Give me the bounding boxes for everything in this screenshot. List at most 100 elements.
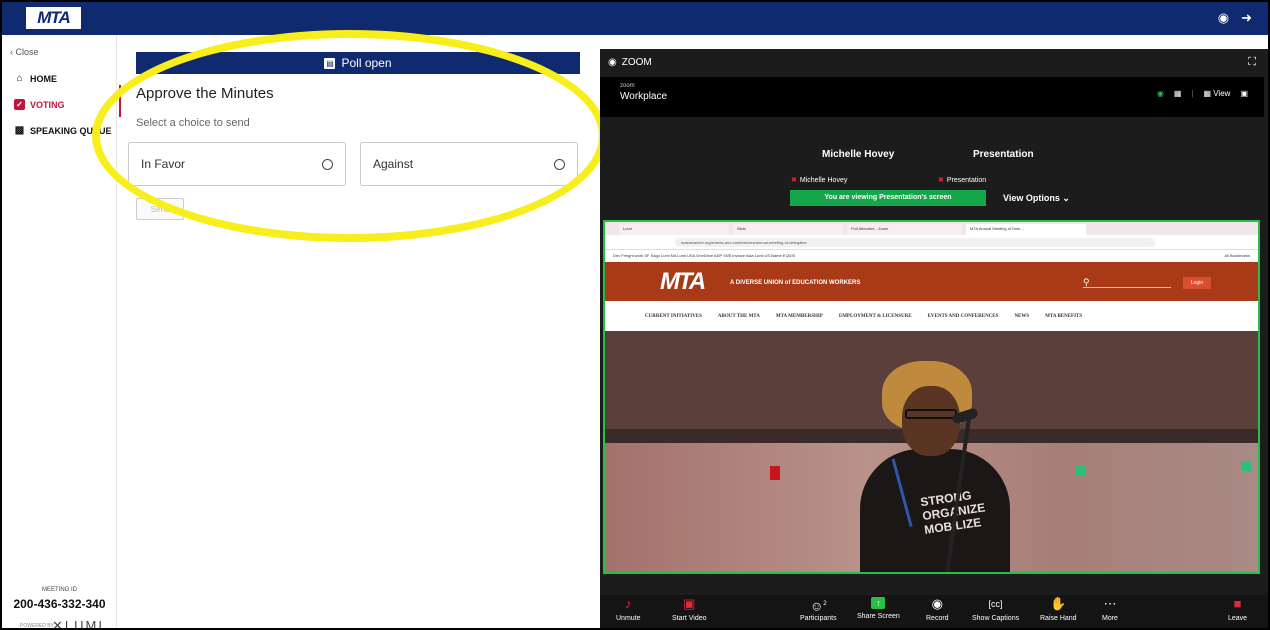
site-tagline: A DIVERSE UNION of EDUCATION WORKERS [730,280,861,286]
user-circle-icon[interactable]: ◉ [1218,11,1229,25]
meeting-id-label: MEETING ID [41,587,77,593]
more-button[interactable]: ⋯ More [1102,596,1118,623]
sidebar-item-label: HOME [30,73,57,84]
record-icon: ◉ [931,596,943,611]
home-icon: ⌂ [16,73,23,84]
sidebar-item-home[interactable]: ⌂ HOME [14,73,124,84]
poll-title: Approve the Minutes [136,85,274,102]
record-button[interactable]: ◉ Record [926,596,949,623]
site-nav-item: CURRENT INITIATIVES [645,313,702,319]
participant-tag-1: ✖ Michelle Hovey [791,176,848,185]
muted-mic-icon: ✖ [938,177,944,184]
choice-in-favor[interactable]: In Favor [128,142,346,186]
bookmarks: Dev Freight work SF Sago Lumi NA Lumi US… [613,253,796,258]
browser-tab-bar: Lumi Slido Poll Attendee - Zoom MTA Annu… [605,222,1258,235]
exit-light [1075,466,1085,476]
site-search-icon: ⚲ [1083,278,1171,288]
zoom-icon: ◉ [608,57,617,68]
participants-count: 2 [823,601,827,607]
choice-against[interactable]: Against [360,142,578,186]
sidebar-item-label: VOTING [30,99,65,110]
raise-hand-icon: ✋ [1050,596,1067,611]
view-button[interactable]: ▦ View [1203,89,1230,98]
camera-icon[interactable]: ▣ [1240,89,1248,98]
leave-button[interactable]: ■ Leave [1228,596,1248,623]
tag-label: Michelle Hovey [799,176,848,184]
mta-logo[interactable]: MTA [26,7,81,29]
close-link[interactable]: ‹ Close [10,47,39,57]
active-indicator [119,85,121,117]
poll-status-banner: ▤ Poll open [136,52,580,74]
video-off-icon: ▣ [683,596,696,611]
toolbar-label: Unmute [616,615,641,622]
meeting-id: 200-436-332-340 [13,597,106,611]
participants-button[interactable]: ☺2 Participants [800,597,837,622]
sidebar: ‹ Close ⌂ HOME ✓ VOTING ▩ SPEAKING QUEUE… [2,35,117,630]
share-screen-icon: ↑ [871,597,886,609]
browser-tab: Poll Attendee - Zoom [847,224,962,235]
toolbar-label: Record [926,615,949,622]
participant-name-2: Presentation [973,149,1034,160]
poll-icon: ▤ [324,57,336,69]
leave-icon: ■ [1233,596,1242,611]
exit-light [1241,461,1251,471]
toolbar-label: Share Screen [857,613,900,620]
lumi-brand: LUMI [64,618,104,630]
sidebar-item-voting[interactable]: ✓ VOTING [14,99,124,110]
zoom-title: ◉ ZOOM [608,57,652,68]
shared-screen: Lumi Slido Poll Attendee - Zoom MTA Annu… [603,220,1260,574]
site-nav-item: MTA BENEFITS [1045,313,1083,319]
radio-icon[interactable] [322,159,333,170]
exit-sign [770,466,780,480]
view-label: View [1213,89,1231,98]
voting-icon: ✓ [14,99,25,110]
participant-name-1: Michelle Hovey [822,149,895,160]
share-screen-button[interactable]: ↑ Share Screen [857,597,900,620]
viewing-banner: You are viewing Presentation's screen [790,190,986,206]
more-icon: ⋯ [1103,596,1117,611]
unmute-button[interactable]: ♪ Unmute [616,597,641,623]
sidebar-item-label: SPEAKING QUEUE [30,125,112,136]
logout-icon[interactable]: ➜ [1241,11,1252,25]
browser-tab: Slido [733,224,843,235]
speaker-photo: STRONG ORGANIZE MOBILIZE [605,331,1258,572]
site-nav-item: NEWS [1014,313,1030,319]
choice-label: In Favor [141,157,186,171]
toolbar-label: Show Captions [972,615,1020,622]
toolbar-label: Raise Hand [1040,615,1077,622]
url-field: massteacher.org/events-and-conferences/a… [675,238,1155,247]
browser-address-bar: massteacher.org/events-and-conferences/a… [605,235,1258,250]
sidebar-item-speaking-queue[interactable]: ▩ SPEAKING QUEUE [14,125,124,136]
grid-icon[interactable]: ▦ [1174,89,1182,98]
site-nav-item: EMPLOYMENT & LICENSURE [838,313,912,319]
poll-status: Poll open [341,56,392,70]
tag-label: Presentation [946,176,987,184]
start-video-button[interactable]: ▣ Start Video [672,596,707,623]
separator: | [1191,89,1194,98]
participant-tag-2: ✖ Presentation [938,176,987,185]
browser-tab: Lumi [619,224,729,235]
shield-icon[interactable]: ◉ [1157,89,1164,98]
speaker: STRONG ORGANIZE MOBILIZE [860,361,1010,572]
toolbar-label: Leave [1228,615,1248,622]
site-nav-item: MTA MEMBERSHIP [775,313,823,319]
show-captions-button[interactable]: [cc] Show Captions [972,597,1019,622]
zoom-app-name: Workplace [620,91,668,102]
chat-icon: ▩ [14,125,25,136]
view-options-button[interactable]: View Options ⌄ [1003,190,1070,206]
site-nav-item: EVENTS AND CONFERENCES [927,313,999,319]
speaker-face [902,386,960,456]
radio-icon[interactable] [554,159,565,170]
all-bookmarks: All Bookmarks [1224,253,1250,258]
sidebar-divider [116,35,117,628]
zoom-workplace-bar: zoom Workplace ◉ ▦ | ▦ View ▣ [600,77,1264,117]
speaker-glasses [905,409,957,419]
fullscreen-icon[interactable]: ⛶ [1248,56,1256,69]
top-bar: MTA ◉ ➜ [2,2,1268,35]
zoom-logo-small: zoom [620,83,635,89]
raise-hand-button[interactable]: ✋ Raise Hand [1040,596,1077,623]
toolbar-label: More [1102,615,1118,622]
close-label: Close [15,47,39,57]
send-button[interactable]: Send [136,198,184,220]
view-options-label: View Options [1003,193,1060,203]
